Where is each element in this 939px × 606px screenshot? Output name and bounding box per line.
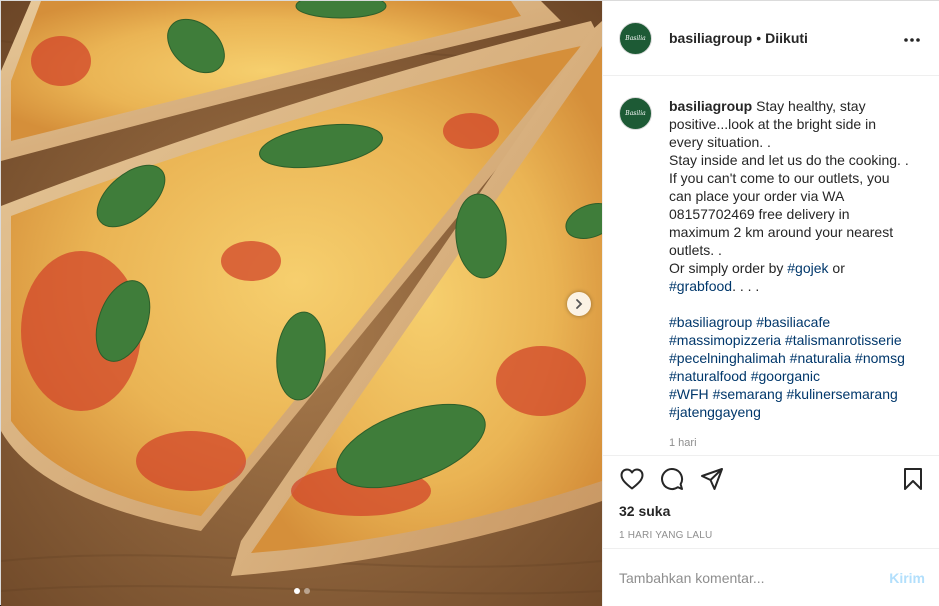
caption-line: maximum 2 km around your nearest [669, 224, 894, 240]
share-button[interactable] [699, 466, 725, 492]
caption-line: Or simply order by #gojek or [669, 259, 909, 277]
hashtag-link[interactable]: #nomsg [855, 350, 905, 366]
hashtag-link[interactable]: #basiliagroup [669, 314, 752, 330]
carousel-next-button[interactable] [567, 292, 591, 316]
caption-line-text: . . . . [732, 278, 760, 294]
username-link[interactable]: basiliagroup [669, 30, 752, 46]
likes-count[interactable]: 32 suka [603, 502, 939, 524]
caption-username-link[interactable]: basiliagroup [669, 98, 752, 114]
hashtag-line: #naturalfood #goorganic [669, 367, 909, 385]
carousel-dot [303, 588, 310, 594]
hashtag-link[interactable]: #grabfood [669, 278, 732, 294]
comment-icon [661, 468, 684, 490]
instagram-post: Basilia basiliagroup • Diikuti Basilia b… [0, 0, 939, 606]
caption-line: basiliagroup Stay healthy, stay [669, 97, 909, 115]
caption-line: Stay inside and let us do the cooking. . [669, 152, 909, 168]
comment-input[interactable] [619, 569, 882, 586]
caption-line-text: or [828, 260, 845, 276]
carousel-indicator [1, 588, 602, 594]
hashtag-link[interactable]: #pecelninghalimah [669, 350, 786, 366]
hashtag-link[interactable]: #talismanrotisserie [785, 332, 902, 348]
post-actions: 32 suka 1 HARI YANG LALU [603, 455, 939, 541]
hashtag-link[interactable]: #naturalfood [669, 368, 747, 384]
caption-line: can place your order via WA [669, 188, 845, 204]
hashtag-link[interactable]: #jatenggayeng [669, 404, 761, 420]
hashtag-link[interactable]: #gojek [787, 260, 828, 276]
action-icons [603, 456, 939, 502]
caption-line-text: Or simply order by [669, 260, 788, 276]
avatar[interactable]: Basilia [619, 21, 652, 55]
caption: Basilia basiliagroup Stay healthy, stay … [619, 97, 925, 452]
hashtag-link[interactable]: #massimopizzeria [669, 332, 781, 348]
hashtag-link[interactable]: #kulinersemarang [787, 386, 898, 402]
comments-section[interactable]: Basilia basiliagroup Stay healthy, stay … [603, 77, 939, 455]
avatar-logo-text: Basilia [625, 34, 646, 42]
save-button[interactable] [900, 466, 926, 492]
hashtag-line: #jatenggayeng [669, 403, 909, 421]
heart-icon [620, 468, 644, 490]
avatar-logo-text: Basilia [625, 110, 646, 117]
caption-line: #grabfood. . . . [669, 277, 909, 295]
chevron-right-icon [576, 299, 583, 309]
follow-status-button[interactable]: Diikuti [765, 30, 808, 46]
hashtag-link[interactable]: #goorganic [751, 368, 820, 384]
post-media[interactable] [1, 1, 602, 606]
caption-line: 08157702469 free delivery in [669, 206, 850, 222]
hashtag-link[interactable]: #basiliacafe [756, 314, 830, 330]
more-options-button[interactable] [904, 29, 920, 47]
caption-line: outlets. . [669, 242, 722, 258]
caption-timestamp[interactable]: 1 hari [669, 434, 909, 452]
share-icon [701, 468, 723, 490]
bookmark-icon [904, 468, 922, 490]
hashtag-link[interactable]: #WFH [669, 386, 709, 402]
post-date[interactable]: 1 HARI YANG LALU [603, 530, 939, 541]
post-header: Basilia basiliagroup • Diikuti [603, 1, 939, 76]
hashtag-link[interactable]: #naturalia [790, 350, 852, 366]
like-button[interactable] [619, 466, 645, 492]
caption-text: basiliagroup Stay healthy, stay positive… [669, 97, 909, 452]
pizza-photo [1, 1, 602, 606]
post-sidebar: Basilia basiliagroup • Diikuti Basilia b… [602, 1, 939, 606]
post-comment-button[interactable]: Kirim [889, 570, 925, 586]
header-separator: • [756, 30, 762, 46]
caption-line-text: Stay healthy, stay [756, 98, 866, 114]
avatar[interactable]: Basilia [619, 97, 652, 130]
hashtag-link[interactable]: #semarang [713, 386, 783, 402]
hashtag-line: #pecelninghalimah #naturalia #nomsg [669, 349, 909, 367]
caption-line: every situation. . [669, 134, 771, 150]
hashtag-line: #basiliagroup #basiliacafe [669, 313, 909, 331]
hashtag-line: #massimopizzeria #talismanrotisserie [669, 331, 909, 349]
comment-button[interactable] [659, 466, 685, 492]
caption-line: positive...look at the bright side in [669, 116, 877, 132]
caption-line: If you can't come to our outlets, you [669, 170, 890, 186]
carousel-dot [293, 588, 300, 594]
more-horizontal-icon [904, 38, 920, 42]
hashtag-line: #WFH #semarang #kulinersemarang [669, 385, 909, 403]
add-comment-form: Kirim [603, 548, 939, 606]
